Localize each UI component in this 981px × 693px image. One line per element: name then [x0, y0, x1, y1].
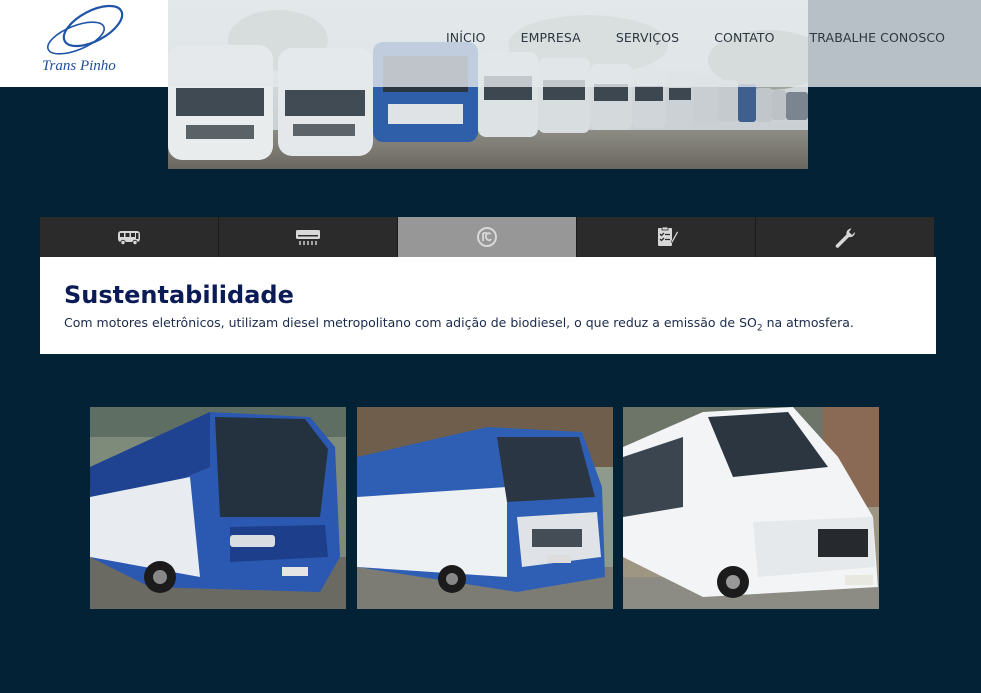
- description-text: Com motores eletrônicos, utilizam diesel…: [64, 315, 757, 330]
- nav-item-trabalhe-conosco[interactable]: TRABALHE CONOSCO: [810, 30, 946, 45]
- nav-item-servicos[interactable]: SERVIÇOS: [616, 30, 679, 45]
- feature-tabs: [40, 217, 934, 257]
- site-header: Trans Pinho INÍCIO EMPRESA SERVIÇOS CONT…: [0, 0, 981, 87]
- air-conditioner-icon: [296, 230, 320, 245]
- description-text-end: na atmosfera.: [762, 315, 854, 330]
- gallery-photo-white-van[interactable]: [623, 407, 879, 609]
- blue-microbus-photo: [357, 407, 613, 609]
- main-nav: INÍCIO EMPRESA SERVIÇOS CONTATO TRABALHE…: [446, 30, 945, 45]
- tab-checklist[interactable]: [577, 217, 756, 257]
- white-van-photo: [623, 407, 879, 609]
- wrench-icon: [835, 228, 856, 248]
- checklist-icon: [658, 226, 679, 246]
- nav-item-inicio[interactable]: INÍCIO: [446, 30, 486, 45]
- blue-white-bus-photo: [90, 407, 346, 609]
- tab-sustainability[interactable]: [398, 217, 577, 257]
- fleet-gallery: [0, 407, 981, 609]
- section-description: Com motores eletrônicos, utilizam diesel…: [64, 315, 912, 334]
- section-title: Sustentabilidade: [64, 281, 294, 309]
- nav-item-contato[interactable]: CONTATO: [714, 30, 774, 45]
- nav-item-empresa[interactable]: EMPRESA: [521, 30, 581, 45]
- logo-emblem-icon: [47, 4, 124, 55]
- recycle-icon: [477, 227, 497, 247]
- tab-content-panel: Sustentabilidade Com motores eletrônicos…: [40, 257, 936, 354]
- tab-maintenance[interactable]: [756, 217, 934, 257]
- tab-air-conditioning[interactable]: [219, 217, 398, 257]
- tab-bus[interactable]: [40, 217, 219, 257]
- gallery-photo-blue-microbus[interactable]: [357, 407, 613, 609]
- logo-text: Trans Pinho: [42, 58, 116, 74]
- bus-icon: [118, 231, 140, 246]
- gallery-photo-blue-white-bus[interactable]: [90, 407, 346, 609]
